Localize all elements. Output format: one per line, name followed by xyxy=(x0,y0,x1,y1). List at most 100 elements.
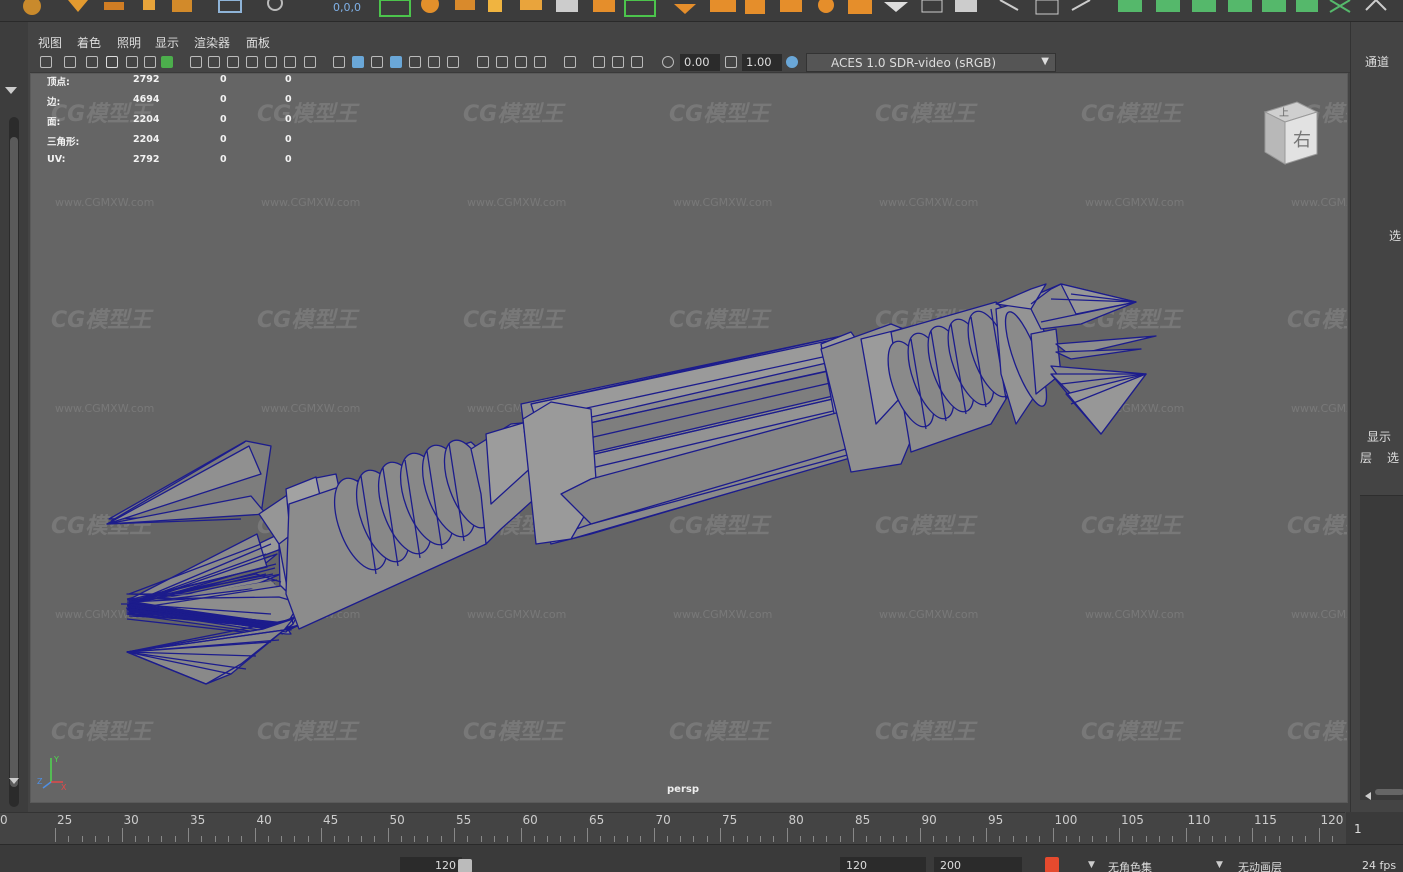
smooth-icon xyxy=(745,0,765,14)
view-cube[interactable]: 上 右 xyxy=(1257,98,1327,168)
offset-loop-icon xyxy=(955,0,977,12)
tick-label: 105 xyxy=(1121,813,1144,827)
left-scroll-thumb[interactable] xyxy=(10,137,18,787)
safe-title-icon[interactable] xyxy=(304,56,316,68)
exposure-icon[interactable] xyxy=(662,56,674,68)
bool-icon xyxy=(674,4,696,14)
sculpt-icon xyxy=(999,0,1019,11)
frame-tick xyxy=(799,836,801,842)
left-scrollbar[interactable] xyxy=(9,117,19,807)
grease-pencil-active-icon[interactable] xyxy=(161,56,173,68)
resolution-gate-icon[interactable] xyxy=(227,56,239,68)
frame-tick xyxy=(214,836,216,842)
frame-tick xyxy=(174,836,176,842)
range-end-field[interactable]: 120 xyxy=(400,857,462,872)
frame-tick xyxy=(986,828,987,842)
menu-show[interactable]: 显示 xyxy=(155,34,179,51)
default-material-icon[interactable] xyxy=(371,56,383,68)
gamma-icon[interactable] xyxy=(725,56,737,68)
xray-joints-icon[interactable] xyxy=(631,56,643,68)
frame-tick xyxy=(1025,836,1027,842)
frame-tick xyxy=(440,836,442,842)
image-plane-icon[interactable] xyxy=(106,56,118,68)
frame-tick xyxy=(1132,836,1134,842)
viewport-persp[interactable]: CG模型王 www.CGMXW.com CG模型王 www.CGMXW.com CG模型… xyxy=(30,73,1348,803)
frame-tick xyxy=(786,828,788,842)
scroll-down-icon[interactable] xyxy=(8,770,20,789)
film-gate-icon[interactable] xyxy=(208,56,220,68)
collapse-arrow-icon[interactable] xyxy=(4,80,18,94)
time-slider[interactable]: 0 25 30 35 40 45 50 55 60 65 70 75 80 85 90 95 100 105 11… xyxy=(0,812,1345,844)
axis-gizmo: Y Z X xyxy=(37,755,67,792)
use-all-lights-icon[interactable] xyxy=(428,56,440,68)
frame-tick xyxy=(108,836,110,842)
combine-icon xyxy=(624,0,656,17)
bookmark-icon[interactable] xyxy=(86,56,98,68)
textured-icon[interactable] xyxy=(409,56,421,68)
xray-active-icon[interactable] xyxy=(612,56,624,68)
bridge-icon xyxy=(593,0,615,12)
tick-label: 100 xyxy=(1054,813,1078,827)
gate-mask-icon[interactable] xyxy=(246,56,258,68)
menu-shading[interactable]: 着色 xyxy=(77,34,101,51)
end-frame-field[interactable]: 120 xyxy=(840,857,926,872)
display-tab[interactable]: 显示 xyxy=(1367,428,1391,445)
exposure-field[interactable]: 0.00 xyxy=(680,54,720,71)
camera-attributes-icon[interactable] xyxy=(64,56,76,68)
left-tool-strip xyxy=(0,22,28,812)
layer-list[interactable] xyxy=(1360,495,1403,800)
field-chart-icon[interactable] xyxy=(265,56,277,68)
anim-layer-select[interactable]: 无动画层 xyxy=(1232,857,1332,872)
extrude-icon xyxy=(520,0,542,10)
menu-lighting[interactable]: 照明 xyxy=(117,34,141,51)
menu-renderer[interactable]: 渲染器 xyxy=(194,34,230,51)
tick-label: 40 xyxy=(256,813,272,827)
anim-layer-dropdown-icon[interactable]: ▼ xyxy=(1216,860,1223,870)
options-menu[interactable]: 选 xyxy=(1387,449,1399,466)
frame-tick xyxy=(1092,836,1094,842)
shadows-icon[interactable] xyxy=(447,56,459,68)
auto-key-icon[interactable] xyxy=(1045,857,1059,872)
fps-select[interactable]: 24 fps xyxy=(1356,857,1403,872)
frame-tick xyxy=(1238,836,1240,842)
paint-icon xyxy=(1071,0,1091,11)
screen-space-ao-icon[interactable] xyxy=(477,56,489,68)
multisample-aa-icon[interactable] xyxy=(515,56,527,68)
max-frame-field[interactable]: 200 xyxy=(934,857,1022,872)
wireframe-on-shaded-icon[interactable] xyxy=(390,56,402,68)
color-management-icon[interactable] xyxy=(786,56,798,68)
model-mesh[interactable] xyxy=(31,74,1348,803)
coords-readout: 0,0,0 xyxy=(333,1,361,14)
camera-select-icon[interactable] xyxy=(40,56,52,68)
depth-of-field-icon[interactable] xyxy=(534,56,546,68)
2d-pan-icon[interactable] xyxy=(126,56,138,68)
frame-tick xyxy=(866,836,868,842)
range-handle[interactable] xyxy=(458,859,472,872)
character-set-select[interactable]: 无角色集 xyxy=(1102,857,1202,872)
safe-action-icon[interactable] xyxy=(284,56,296,68)
channels-tab[interactable]: 通道 xyxy=(1365,53,1389,70)
select-label[interactable]: 选 xyxy=(1389,227,1401,244)
grid-toggle-icon[interactable] xyxy=(190,56,202,68)
chevron-down-icon: ▼ xyxy=(1041,56,1049,67)
grease-pencil-icon[interactable] xyxy=(144,56,156,68)
frame-tick xyxy=(720,828,721,842)
current-frame-field[interactable]: 1 xyxy=(1346,812,1403,844)
scroll-left-icon[interactable] xyxy=(1364,786,1372,805)
color-space-select[interactable]: ACES 1.0 SDR-video (sRGB) ▼ xyxy=(806,53,1056,72)
menu-panels[interactable]: 面板 xyxy=(246,34,270,51)
isolate-select-icon[interactable] xyxy=(564,56,576,68)
frame-tick xyxy=(1105,836,1107,842)
smooth-shade-icon[interactable] xyxy=(352,56,364,68)
layer-menu[interactable]: 层 xyxy=(1360,449,1372,466)
frame-tick xyxy=(853,828,854,842)
character-set-dropdown-icon[interactable]: ▼ xyxy=(1088,860,1095,870)
motion-blur-icon[interactable] xyxy=(496,56,508,68)
horizontal-scroll-thumb[interactable] xyxy=(1375,789,1403,795)
wireframe-icon[interactable] xyxy=(333,56,345,68)
shelf-icon-row[interactable] xyxy=(23,0,1387,17)
xray-icon[interactable] xyxy=(593,56,605,68)
gamma-field[interactable]: 1.00 xyxy=(742,54,782,71)
frame-tick xyxy=(1265,836,1267,842)
menu-view[interactable]: 视图 xyxy=(38,34,62,51)
